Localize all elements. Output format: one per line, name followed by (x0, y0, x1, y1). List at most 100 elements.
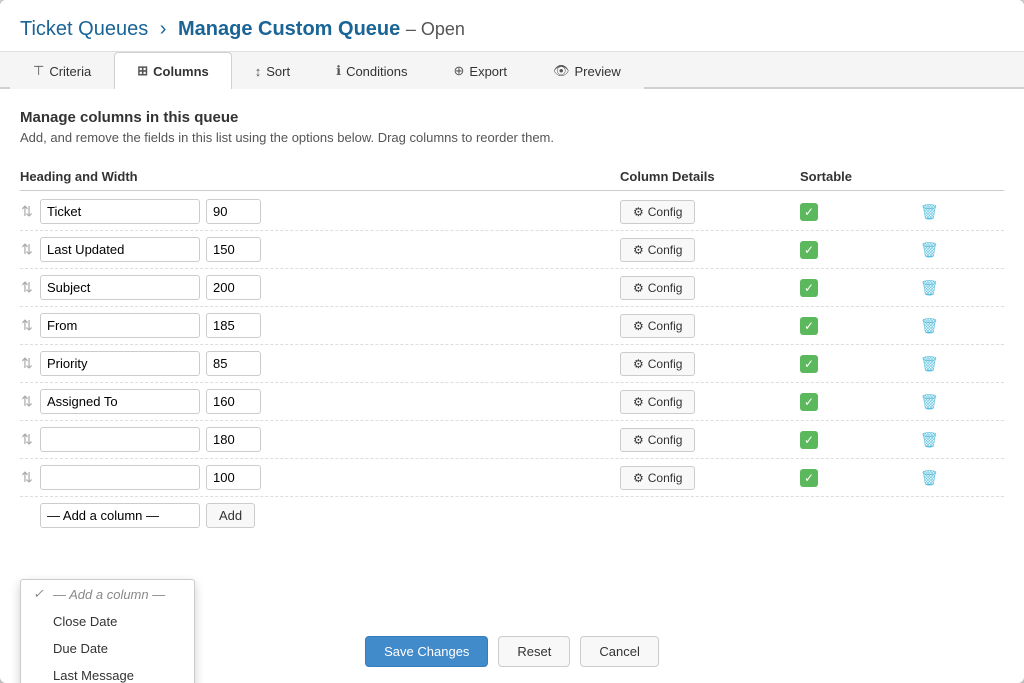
config-button[interactable]: ⚙ Config (620, 352, 695, 376)
preview-icon: 👁 (553, 63, 570, 79)
sortable-checkbox[interactable]: ✓ (800, 241, 818, 259)
drag-handle[interactable]: ⇅ (20, 203, 34, 220)
cancel-button[interactable]: Cancel (580, 636, 658, 667)
sortable-checkbox[interactable]: ✓ (800, 469, 818, 487)
sortable-checkbox[interactable]: ✓ (800, 203, 818, 221)
table-row: ⇅ ⚙ Config ✓ 🗑 (20, 269, 1004, 307)
columns-icon: ⊞ (137, 63, 148, 79)
gear-icon: ⚙ (633, 433, 644, 447)
column-width-input[interactable] (206, 199, 261, 224)
section-title: Manage columns in this queue (20, 109, 1004, 126)
save-changes-button[interactable]: Save Changes (365, 636, 488, 667)
drag-handle[interactable]: ⇅ (20, 431, 34, 448)
tab-criteria[interactable]: ⊤ Criteria (10, 52, 114, 89)
config-button[interactable]: ⚙ Config (620, 276, 695, 300)
breadcrumb-current: Manage Custom Queue (178, 18, 400, 40)
delete-icon[interactable]: 🗑 (920, 242, 939, 259)
table-row: ⇅ ⚙ Config ✓ 🗑 (20, 459, 1004, 497)
tabs-bar: ⊤ Criteria ⊞ Columns ↕ Sort ℹ Conditions… (0, 52, 1024, 89)
drag-handle[interactable]: ⇅ (20, 393, 34, 410)
header-column-details: Column Details (620, 169, 800, 184)
column-width-input[interactable] (206, 313, 261, 338)
column-name-input[interactable] (40, 199, 200, 224)
dropdown-item-label: Last Message (53, 668, 134, 683)
add-column-button[interactable]: Add (206, 503, 255, 528)
delete-icon[interactable]: 🗑 (920, 280, 939, 297)
list-item[interactable]: Last Message (21, 662, 194, 683)
config-button[interactable]: ⚙ Config (620, 238, 695, 262)
column-name-input[interactable] (40, 389, 200, 414)
columns-table-header: Heading and Width Column Details Sortabl… (20, 163, 1004, 191)
breadcrumb-arrow: › (160, 18, 167, 40)
drag-handle[interactable]: ⇅ (20, 241, 34, 258)
sortable-checkbox[interactable]: ✓ (800, 317, 818, 335)
gear-icon: ⚙ (633, 205, 644, 219)
column-width-input[interactable] (206, 351, 261, 376)
column-name-input[interactable] (40, 427, 200, 452)
header-delete (920, 169, 960, 184)
conditions-icon: ℹ (336, 63, 341, 79)
tab-export-label: Export (469, 64, 507, 79)
column-name-input[interactable] (40, 351, 200, 376)
table-row: ⇅ ⚙ Config ✓ 🗑 (20, 345, 1004, 383)
page-status: – Open (406, 19, 465, 39)
tab-preview[interactable]: 👁 Preview (530, 52, 644, 89)
sortable-checkbox[interactable]: ✓ (800, 431, 818, 449)
column-width-input[interactable] (206, 237, 261, 262)
list-item[interactable]: Due Date (21, 635, 194, 662)
gear-icon: ⚙ (633, 357, 644, 371)
tab-export[interactable]: ⊕ Export (431, 52, 530, 89)
column-name-input[interactable] (40, 313, 200, 338)
config-button[interactable]: ⚙ Config (620, 466, 695, 490)
main-window: Ticket Queues › Manage Custom Queue – Op… (0, 0, 1024, 683)
criteria-icon: ⊤ (33, 63, 44, 79)
delete-icon[interactable]: 🗑 (920, 318, 939, 335)
delete-icon[interactable]: 🗑 (920, 356, 939, 373)
add-column-dropdown[interactable]: — Add a column — (40, 503, 200, 528)
header-sortable: Sortable (800, 169, 920, 184)
reset-button[interactable]: Reset (498, 636, 570, 667)
gear-icon: ⚙ (633, 395, 644, 409)
sort-icon: ↕ (255, 64, 262, 79)
drag-handle[interactable]: ⇅ (20, 317, 34, 334)
table-row: ⇅ ⚙ Config ✓ 🗑 (20, 383, 1004, 421)
gear-icon: ⚙ (633, 243, 644, 257)
column-name-input[interactable] (40, 275, 200, 300)
tab-sort[interactable]: ↕ Sort (232, 52, 313, 89)
column-width-input[interactable] (206, 389, 261, 414)
sortable-checkbox[interactable]: ✓ (800, 393, 818, 411)
delete-icon[interactable]: 🗑 (920, 470, 939, 487)
drag-handle[interactable]: ⇅ (20, 469, 34, 486)
tab-conditions[interactable]: ℹ Conditions (313, 52, 430, 89)
title-bar: Ticket Queues › Manage Custom Queue – Op… (0, 0, 1024, 52)
table-row: ⇅ ⚙ Config ✓ 🗑 (20, 231, 1004, 269)
list-item[interactable]: Close Date (21, 608, 194, 635)
column-name-input[interactable] (40, 465, 200, 490)
column-width-input[interactable] (206, 275, 261, 300)
column-width-input[interactable] (206, 427, 261, 452)
tab-conditions-label: Conditions (346, 64, 407, 79)
delete-icon[interactable]: 🗑 (920, 432, 939, 449)
tab-criteria-label: Criteria (49, 64, 91, 79)
config-button[interactable]: ⚙ Config (620, 428, 695, 452)
sortable-checkbox[interactable]: ✓ (800, 355, 818, 373)
config-button[interactable]: ⚙ Config (620, 200, 695, 224)
dropdown-item-label: Due Date (53, 641, 108, 656)
table-row: ⇅ ⚙ Config ✓ 🗑 (20, 307, 1004, 345)
dropdown-item-label: Close Date (53, 614, 117, 629)
column-width-input[interactable] (206, 465, 261, 490)
tab-columns[interactable]: ⊞ Columns (114, 52, 232, 89)
sortable-checkbox[interactable]: ✓ (800, 279, 818, 297)
delete-icon[interactable]: 🗑 (920, 394, 939, 411)
delete-icon[interactable]: 🗑 (920, 204, 939, 221)
export-icon: ⊕ (454, 63, 465, 79)
config-button[interactable]: ⚙ Config (620, 390, 695, 414)
table-row: ⇅ ⚙ Config ✓ 🗑 (20, 193, 1004, 231)
breadcrumb-parent[interactable]: Ticket Queues (20, 18, 148, 40)
config-button[interactable]: ⚙ Config (620, 314, 695, 338)
tab-sort-label: Sort (266, 64, 290, 79)
add-column-row: ⇅ — Add a column — Add (20, 497, 1004, 534)
drag-handle[interactable]: ⇅ (20, 279, 34, 296)
column-name-input[interactable] (40, 237, 200, 262)
drag-handle[interactable]: ⇅ (20, 355, 34, 372)
